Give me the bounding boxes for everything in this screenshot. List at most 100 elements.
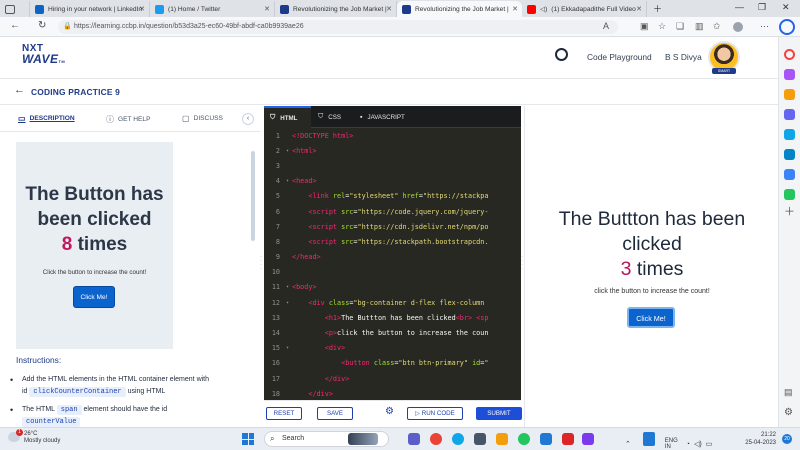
code-area[interactable]: 1 <!DOCTYPE html> 2 ▾ <html> 3 4 ▾ <head> 5 <link…: [264, 128, 521, 400]
close-icon[interactable]: ✕: [636, 5, 642, 13]
sidebar-layout-icon[interactable]: ▤: [784, 387, 795, 398]
tab-ccbp-active[interactable]: Revolutionizing the Job Market | ✕: [397, 1, 522, 17]
code-line[interactable]: 11 ▾ <body>: [264, 280, 521, 295]
collections-icon[interactable]: ❏: [676, 21, 684, 32]
code-line[interactable]: 15 ▾ <div>: [264, 341, 521, 356]
code-line[interactable]: 16 <button class="btn btn-primary" id=": [264, 356, 521, 371]
run-code-button[interactable]: ▷ RUN CODE: [407, 407, 463, 420]
office-icon[interactable]: [784, 129, 795, 140]
language-indicator[interactable]: ENG IN: [665, 438, 678, 450]
app-icon[interactable]: [582, 433, 594, 445]
code-line[interactable]: 5 <link rel="stylesheet" href="https://s…: [264, 189, 521, 204]
tab-linkedin[interactable]: Hiring in your network | LinkedIn ✕: [30, 1, 150, 17]
window-close-button[interactable]: ✕: [782, 2, 790, 13]
tab-ccbp-1[interactable]: Revolutionizing the Job Market | ✕: [275, 1, 397, 17]
click-me-button[interactable]: Click Me!: [627, 307, 675, 328]
tab-discuss[interactable]: ▢ DISCUSS: [182, 114, 223, 123]
back-arrow-icon[interactable]: ←: [14, 84, 25, 96]
code-line[interactable]: 9 </head>: [264, 250, 521, 265]
maximize-button[interactable]: ❐: [758, 2, 766, 13]
reset-button[interactable]: RESET: [266, 407, 302, 420]
code-line[interactable]: 3: [264, 158, 521, 173]
instruction-text: Add the HTML elements in the HTML contai…: [22, 376, 210, 383]
refresh-icon[interactable]: ↻: [38, 20, 46, 31]
volume-icon[interactable]: ◁): [694, 441, 702, 448]
chevron-up-icon[interactable]: ⌃: [625, 441, 631, 448]
settings-icon[interactable]: ⚙: [385, 406, 394, 417]
favorites-bar-icon[interactable]: ✩: [713, 21, 721, 32]
code-line[interactable]: 1 <!DOCTYPE html>: [264, 128, 521, 143]
tab-youtube[interactable]: ◁) (1) Ekkadapadithe Full Video ✕: [522, 1, 647, 17]
translator-icon[interactable]: [784, 169, 795, 180]
code-playground-link[interactable]: Code Playground: [587, 52, 652, 62]
code-line[interactable]: 8 <script src="https://stackpath.bootstr…: [264, 234, 521, 249]
user-name[interactable]: B S Divya: [665, 52, 702, 62]
search-icon[interactable]: [784, 49, 795, 60]
whatsapp-icon[interactable]: [518, 433, 530, 445]
browser-tab-bar: Hiring in your network | LinkedIn ✕ (1) …: [0, 0, 800, 17]
new-tab-button[interactable]: ＋: [653, 2, 662, 15]
scrollbar[interactable]: [251, 151, 255, 241]
tab-description[interactable]: ▭ DESCRIPTION: [18, 114, 75, 123]
code-line[interactable]: 7 <script src="https://cdn.jsdelivr.net/…: [264, 219, 521, 234]
minimize-button[interactable]: —: [735, 2, 744, 12]
submit-button[interactable]: SUBMIT: [476, 407, 522, 420]
weather-widget[interactable]: 1 26°C Mostly cloudy: [8, 429, 60, 445]
url-input[interactable]: 🔒 https://learning.ccbp.in/question/b53d…: [58, 20, 618, 34]
split-screen-icon[interactable]: ▥: [695, 21, 704, 32]
battery-icon[interactable]: ▭: [706, 441, 713, 448]
settings-gear-icon[interactable]: ⚙: [784, 407, 795, 418]
teams-icon[interactable]: [408, 433, 420, 445]
code-playground-icon[interactable]: [555, 48, 568, 61]
tab-javascript[interactable]: ▪ JAVASCRIPT: [354, 106, 424, 128]
search-highlight-icon[interactable]: [348, 433, 378, 445]
folder-icon[interactable]: [496, 433, 508, 445]
tab-get-help[interactable]: ⓘ GET HELP: [106, 114, 151, 125]
start-button[interactable]: [242, 433, 254, 445]
close-icon[interactable]: ✕: [139, 5, 145, 13]
profile-icon[interactable]: [733, 22, 743, 32]
code-line[interactable]: 10: [264, 265, 521, 280]
collapse-panel-button[interactable]: ‹: [242, 113, 254, 125]
tab-actions-button[interactable]: [0, 1, 30, 17]
notification-badge[interactable]: 20: [782, 434, 792, 444]
tab-css[interactable]: ⛉ CSS: [312, 106, 352, 128]
code-line[interactable]: 12 ▾ <div class="bg-container d-flex flex…: [264, 295, 521, 310]
copilot-icon[interactable]: [779, 19, 795, 35]
speaker-icon[interactable]: ◁): [540, 5, 547, 13]
code-line[interactable]: 2 ▾ <html>: [264, 143, 521, 158]
extension-icon[interactable]: ▣: [640, 21, 649, 32]
chrome-icon[interactable]: [430, 433, 442, 445]
games-icon[interactable]: [784, 109, 795, 120]
office-icon[interactable]: [562, 433, 574, 445]
clock[interactable]: 21:22 25-04-2023: [736, 431, 776, 447]
favorites-icon[interactable]: ☆: [658, 21, 666, 32]
add-icon[interactable]: ＋: [784, 207, 795, 218]
close-icon[interactable]: ✕: [386, 5, 392, 13]
code-line[interactable]: 18 </div>: [264, 386, 521, 400]
read-aloud-icon[interactable]: A: [603, 21, 609, 31]
resize-handle[interactable]: · · · ·: [260, 254, 263, 273]
save-button[interactable]: SAVE: [317, 407, 353, 420]
file-explorer-icon[interactable]: [474, 433, 486, 445]
code-line[interactable]: 6 <script src="https://code.jquery.com/j…: [264, 204, 521, 219]
code-line[interactable]: 14 <p>click the button to increase the c…: [264, 325, 521, 340]
tab-twitter[interactable]: (1) Home / Twitter ✕: [150, 1, 275, 17]
store-icon[interactable]: [540, 433, 552, 445]
code-line[interactable]: 17 </div>: [264, 371, 521, 386]
shopping-icon[interactable]: [784, 69, 795, 80]
more-icon[interactable]: ⋯: [760, 21, 769, 32]
tree-icon[interactable]: [784, 189, 795, 200]
close-icon[interactable]: ✕: [512, 5, 518, 13]
mic-icon[interactable]: [642, 432, 655, 446]
back-icon[interactable]: ←: [10, 20, 20, 31]
close-icon[interactable]: ✕: [264, 5, 270, 13]
tools-icon[interactable]: [784, 89, 795, 100]
code-line[interactable]: 4 ▾ <head>: [264, 174, 521, 189]
edge-icon[interactable]: [452, 433, 464, 445]
nxtwave-logo[interactable]: NXT WAVETM: [22, 44, 65, 67]
outlook-icon[interactable]: [784, 149, 795, 160]
tab-html[interactable]: ⛉ HTML: [264, 106, 311, 128]
code-line[interactable]: 13 <h1>The Buttton has been clicked<br> …: [264, 310, 521, 325]
wifi-icon[interactable]: ◔: [686, 441, 690, 448]
